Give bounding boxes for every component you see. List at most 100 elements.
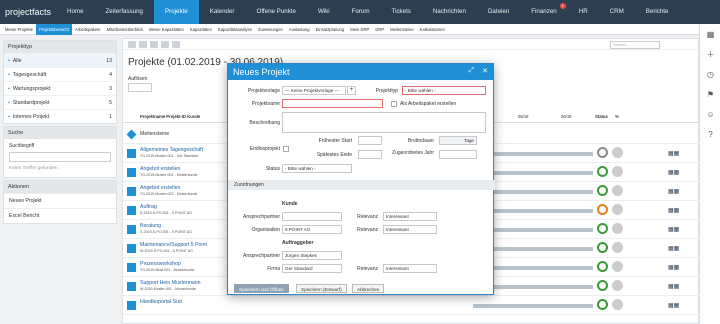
save-draft-button[interactable]: Speichern (Entwurf) [296,284,347,293]
topnav-item-nachrichten[interactable]: Nachrichten [422,0,477,24]
subnav-item[interactable]: Zuweisungen [255,24,286,35]
row-actions-icon[interactable]: ▦▦ [668,188,679,195]
project-name[interactable]: Beratung [140,223,161,229]
grid-icon[interactable]: ▦ [700,24,720,44]
project-name[interactable]: Support Hein Mustermann [140,280,201,286]
projekttyp-item[interactable]: ▪ Wartungsprojekt 3 [4,81,116,95]
project-name[interactable]: Prozessworkshop [140,261,181,267]
projekttyp-item[interactable]: ▪ Internes Projekt 1 [4,109,116,123]
row-actions-icon[interactable]: ▦▦ [668,264,679,271]
row-actions-icon[interactable]: ▦▦ [668,302,679,309]
topnav-item-kalender[interactable]: Kalender [199,0,246,24]
subnav-item[interactable]: Mitarbeiterüberblick [104,24,147,35]
topnav-item-home[interactable]: Home [56,0,95,24]
folder-icon: ▪ [8,113,10,120]
progress-icon [612,204,623,215]
topnav-item-crm[interactable]: CRM [599,0,635,24]
help-icon[interactable]: ? [700,124,720,144]
project-name[interactable]: Angebot erstellen [140,185,180,191]
topnav-item-hr[interactable]: HR [568,0,599,24]
gantt-bar[interactable] [473,304,593,308]
project-name[interactable]: Maintenance/Support 5 Point [140,242,207,248]
subnav-item[interactable]: Projektübersicht [35,23,72,35]
projektname-input[interactable] [282,99,383,108]
row-actions-icon[interactable]: ▦▦ [668,245,679,252]
action-excel-report[interactable]: Excel Bericht [4,208,116,223]
subnav-item[interactable]: Kapazitätsanalyse [215,24,255,35]
toolbar-button[interactable] [172,40,180,48]
topnav-item-offene-punkte[interactable]: Offene Punkte [246,0,307,24]
topnav-item-wiki[interactable]: Wiki [307,0,341,24]
row-actions-icon[interactable]: ▦▦ [668,150,679,157]
subnav-item[interactable]: Arbeitspakete [72,24,104,35]
projekttyp-select[interactable]: - Bitte wählen - [402,86,486,95]
search-input[interactable] [9,152,111,162]
project-name[interactable]: Händlerportal Süd [140,299,182,305]
topnav-item-berichte[interactable]: Berichte [635,0,680,24]
projektvorlage-add-button[interactable]: + [347,86,356,95]
topnav-item-finanzen[interactable]: Finanzen 1 [520,0,567,24]
plus-icon[interactable]: ＋ [700,44,720,64]
table-row[interactable]: Händlerportal Süd ▦▦ [123,296,700,315]
organisation-input[interactable]: 5 POINT AG [282,225,342,234]
filter-input[interactable]: Suchen [610,41,660,49]
ansprechpartner-input[interactable] [282,212,342,221]
close-icon[interactable]: ✕ [482,67,488,75]
bruttodauer-input[interactable]: Tage [439,136,477,145]
topnav-item-projekte[interactable]: Projekte [154,0,199,24]
project-name[interactable]: Allgemeines Tagesgeschäft [140,147,203,153]
subnav-item[interactable]: Kalkulationen [417,24,448,35]
clock-icon[interactable]: ◷ [700,64,720,84]
firma-input[interactable]: Ger Standard [282,264,342,273]
projekttyp-item[interactable]: ▪ Alle 13 [4,53,116,67]
relevanz-select-3[interactable]: Interessant [383,264,437,273]
endlosprojekt-checkbox[interactable] [283,146,289,152]
project-name[interactable]: Meilensteine [140,131,169,137]
status-select[interactable]: - Bitte wählen - [282,164,352,173]
flag-icon[interactable]: ⚑ [700,84,720,104]
cancel-button[interactable]: Abbrechen [352,284,385,293]
row-actions-icon[interactable]: ▦▦ [668,207,679,214]
status-icon [597,166,608,177]
relevanz-select-2[interactable]: Interessant [383,225,437,234]
project-name[interactable]: Auftrag [140,204,157,210]
user-icon[interactable]: ☺ [700,104,720,124]
subnav-item[interactable]: Einsatzplanung [313,24,348,35]
row-actions-icon[interactable]: ▦▦ [668,226,679,233]
app-logo[interactable]: projectfacts [0,0,56,24]
zugeordnetes-jahr-input[interactable] [439,150,477,159]
project-name[interactable]: Angebot erstellen [140,166,180,172]
action-new-project[interactable]: Neues Projekt [4,193,116,208]
toolbar-button[interactable] [139,40,147,48]
spaetestes-ende-input[interactable] [358,150,382,159]
arbeitspaket-checkbox[interactable] [391,101,397,107]
toolbar-button[interactable] [161,40,169,48]
fruehester-start-input[interactable] [358,136,382,145]
toolbar-button[interactable] [128,40,136,48]
zuordnungen-section[interactable]: Zuordnungen [228,180,495,190]
topnav-item-forum[interactable]: Forum [341,0,381,24]
subnav-item[interactable]: Meine Kapazitäten [146,24,187,35]
aufloesen-select[interactable] [128,83,152,92]
save-open-button[interactable]: Speichern und Öffnen [234,284,289,293]
projektvorlage-select[interactable]: --- Keine Projektvorlage --- [282,86,346,95]
maximize-icon[interactable]: ⤢ [469,67,475,75]
subnav-item[interactable]: Meilensteine [387,24,417,35]
row-actions-icon[interactable]: ▦▦ [668,283,679,290]
topnav-item-tickets[interactable]: Tickets [381,0,422,24]
beschreibung-input[interactable] [282,112,486,133]
relevanz-select[interactable]: Interessant [383,212,437,221]
toolbar-button[interactable] [150,40,158,48]
topnav-item-dateien[interactable]: Dateien [477,0,520,24]
projekttyp-item[interactable]: ▪ Standardprojekt 5 [4,95,116,109]
subnav-item[interactable]: Kapazitäten [187,24,215,35]
subnav-item[interactable]: Meine Projekte [2,24,36,35]
projekttyp-label: Internes Projekt [12,113,50,120]
subnav-item[interactable]: DRP [372,24,387,35]
subnav-item[interactable]: Auslastung [286,24,313,35]
topnav-item-zeiterfassung[interactable]: Zeiterfassung [95,0,155,24]
projekttyp-item[interactable]: ▪ Tagesgeschäft 4 [4,67,116,81]
subnav-item[interactable]: Mein DRP [347,24,372,35]
ansprechpartner-input-2[interactable]: Jürgen Stepkes [282,251,342,260]
row-actions-icon[interactable]: ▦▦ [668,169,679,176]
